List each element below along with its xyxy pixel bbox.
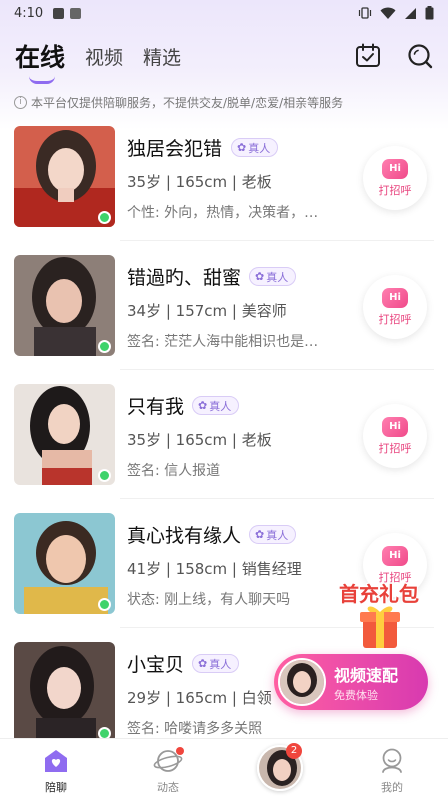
status-time: 4:10: [14, 5, 44, 21]
user-name: 只有我: [127, 396, 185, 418]
top-header: 在线 视频 精选: [0, 30, 448, 84]
flower-icon: ✿: [255, 528, 265, 541]
status-bar: 4:10: [0, 0, 448, 26]
service-notice: i 本平台仅提供陪聊服务，不提供交友/脱单/恋爱/相亲等服务: [14, 92, 434, 112]
hi-icon: Hi: [382, 416, 408, 437]
user-bio: 个性: 外向，热情，决策者，…: [127, 205, 319, 221]
list-item[interactable]: 独居会犯错 ✿ 真人 35岁 | 165cm | 老板 个性: 外向，热情，决策者…: [0, 112, 448, 241]
flower-icon: ✿: [237, 141, 247, 154]
hi-icon: Hi: [382, 287, 408, 308]
greet-button-label: 打招呼: [378, 183, 412, 197]
nav-profile-label: 我的: [381, 781, 403, 794]
nav-chat-label: 陪聊: [45, 781, 67, 794]
nav-center-avatar[interactable]: 2: [224, 739, 336, 798]
tab-online[interactable]: 在线: [15, 38, 66, 84]
video-match-button[interactable]: 视频速配 免费体验: [274, 654, 428, 710]
list-item[interactable]: 错過旳、甜蜜 ✿ 真人 34岁 | 157cm | 美容师 签名: 茫茫人海中能相…: [0, 241, 448, 370]
user-name: 真心找有缘人: [127, 525, 242, 547]
video-match-subtitle: 免费体验: [334, 689, 378, 702]
greet-button-label: 打招呼: [378, 312, 412, 326]
user-name: 错過旳、甜蜜: [127, 267, 242, 289]
flower-icon: ✿: [198, 399, 208, 412]
verified-badge-label: 真人: [209, 657, 232, 671]
verified-badge-label: 真人: [266, 528, 289, 542]
tab-active-indicator: [29, 76, 55, 84]
tab-video[interactable]: 视频: [85, 43, 123, 70]
verified-badge: ✿ 真人: [192, 654, 240, 673]
wifi-icon: [380, 7, 396, 19]
cellular-icon: [405, 7, 416, 19]
notification-icon: [53, 7, 65, 19]
nav-moments[interactable]: 动态: [112, 739, 224, 798]
online-status-dot: [98, 469, 111, 482]
user-bio: 签名: 茫茫人海中能相识也是…: [127, 334, 319, 350]
nav-moments-label: 动态: [157, 781, 179, 794]
nav-chat[interactable]: 陪聊: [0, 739, 112, 798]
flower-icon: ✿: [255, 270, 265, 283]
verified-badge-label: 真人: [248, 141, 271, 155]
battery-icon: [425, 6, 434, 20]
hi-icon: Hi: [382, 158, 408, 179]
user-bio: 状态: 刚上线，有人聊天吗: [127, 592, 291, 608]
online-status-dot: [98, 211, 111, 224]
app-notification-icon: [70, 7, 82, 19]
service-notice-text: 本平台仅提供陪聊服务，不提供交友/脱单/恋爱/相亲等服务: [31, 95, 344, 110]
user-name: 独居会犯错: [127, 138, 223, 160]
user-meta: 29岁 | 165cm | 白领: [127, 689, 272, 707]
search-icon[interactable]: [407, 43, 433, 69]
hi-icon: Hi: [382, 545, 408, 566]
greet-button[interactable]: Hi 打招呼: [363, 404, 427, 468]
bottom-nav: 陪聊 动态 2 我的: [0, 738, 448, 798]
online-status-dot: [98, 598, 111, 611]
greet-button[interactable]: Hi 打招呼: [363, 146, 427, 210]
heart-home-icon: [45, 750, 67, 772]
profile-icon: [382, 748, 402, 773]
online-status-dot: [98, 340, 111, 353]
list-item[interactable]: 只有我 ✿ 真人 35岁 | 165cm | 老板 签名: 信人报道 Hi 打招呼: [0, 370, 448, 499]
verified-badge-label: 真人: [266, 270, 289, 284]
vibrate-icon: [358, 7, 372, 19]
moments-badge-dot: [176, 747, 184, 755]
calendar-check-icon[interactable]: [355, 43, 381, 69]
user-name: 小宝贝: [127, 654, 185, 676]
user-bio: 签名: 哈喽请多多关照: [127, 721, 263, 737]
first-charge-gift[interactable]: 首充礼包: [330, 578, 428, 656]
verified-badge-label: 真人: [209, 399, 232, 413]
info-icon: i: [14, 95, 27, 109]
greet-button[interactable]: Hi 打招呼: [363, 275, 427, 339]
user-meta: 35岁 | 165cm | 老板: [127, 173, 272, 191]
tab-online-label: 在线: [15, 43, 66, 72]
greet-button-label: 打招呼: [378, 441, 412, 455]
nav-profile[interactable]: 我的: [336, 739, 448, 798]
user-meta: 41岁 | 158cm | 销售经理: [127, 560, 302, 578]
tab-featured[interactable]: 精选: [143, 43, 181, 70]
user-meta: 35岁 | 165cm | 老板: [127, 431, 272, 449]
verified-badge: ✿ 真人: [231, 138, 279, 157]
user-bio: 签名: 信人报道: [127, 463, 221, 479]
video-match-title: 视频速配: [334, 666, 399, 685]
gift-box-icon: [360, 606, 400, 648]
user-meta: 34岁 | 157cm | 美容师: [127, 302, 287, 320]
verified-badge: ✿ 真人: [249, 525, 297, 544]
header-actions: [355, 43, 433, 69]
flower-icon: ✿: [198, 657, 208, 670]
status-right: [358, 6, 434, 20]
center-badge-count: 2: [286, 743, 302, 759]
verified-badge: ✿ 真人: [192, 396, 240, 415]
match-avatar: [278, 658, 326, 706]
verified-badge: ✿ 真人: [249, 267, 297, 286]
